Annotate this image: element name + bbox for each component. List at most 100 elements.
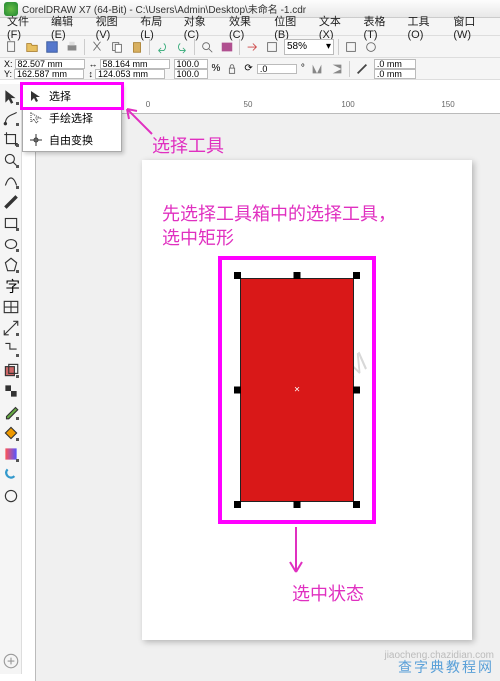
menu-table[interactable]: 表格(T) — [361, 13, 403, 41]
eyedropper-tool-icon[interactable] — [2, 403, 20, 421]
copy-icon[interactable] — [109, 39, 125, 55]
sx-input[interactable]: 100.0 — [174, 59, 208, 69]
open-icon[interactable] — [24, 39, 40, 55]
connector-tool-icon[interactable] — [2, 340, 20, 358]
x-input[interactable]: 82.507 mm — [15, 59, 85, 69]
scale-group: 100.0 100.0 — [174, 59, 208, 79]
height-icon: ↕ — [89, 69, 94, 79]
effects-tool-icon[interactable] — [2, 361, 20, 379]
outline-tool-icon[interactable] — [2, 487, 20, 505]
paste-icon[interactable] — [129, 39, 145, 55]
ow2-input[interactable]: .0 mm — [374, 69, 416, 79]
zoom-tool-icon[interactable] — [2, 151, 20, 169]
pick-tool-flyout: 选择 手绘选择 自由变换 — [22, 84, 122, 152]
menu-bar: 文件(F) 编辑(E) 视图(V) 布局(L) 对象(C) 效果(C) 位图(B… — [0, 18, 500, 36]
menu-bitmap[interactable]: 位图(B) — [271, 13, 314, 41]
free-transform-item[interactable]: 自由变换 — [23, 129, 121, 151]
resize-handle-bm[interactable] — [294, 501, 301, 508]
menu-edit[interactable]: 编辑(E) — [48, 13, 91, 41]
print-icon[interactable] — [64, 39, 80, 55]
resize-handle-tr[interactable] — [353, 272, 360, 279]
lock-ratio-icon[interactable] — [224, 61, 240, 77]
y-label: Y: — [4, 69, 12, 79]
polygon-tool-icon[interactable] — [2, 256, 20, 274]
ruler-tick: 100 — [341, 100, 354, 109]
annotation-instruction-2: 选中矩形 — [162, 224, 234, 250]
text-tool-icon[interactable]: 字 — [2, 277, 20, 295]
undo-icon[interactable] — [154, 39, 170, 55]
save-icon[interactable] — [44, 39, 60, 55]
menu-effects[interactable]: 效果(C) — [226, 13, 269, 41]
zoom-combo[interactable]: 58%▾ — [284, 39, 334, 55]
pick-tool-icon[interactable] — [2, 88, 20, 106]
outline-width-group: .0 mm .0 mm — [374, 59, 416, 79]
toolbox: 字 — [0, 84, 22, 674]
resize-handle-tl[interactable] — [234, 272, 241, 279]
cut-icon[interactable] — [89, 39, 105, 55]
mirror-v-icon[interactable] — [329, 61, 345, 77]
table-tool-icon[interactable] — [2, 298, 20, 316]
new-icon[interactable] — [4, 39, 20, 55]
resize-handle-mr[interactable] — [353, 387, 360, 394]
rotation-input[interactable]: .0 — [257, 64, 297, 74]
h-input[interactable]: 124.053 mm — [95, 69, 165, 79]
image-icon[interactable] — [219, 39, 235, 55]
interactive-fill-icon[interactable] — [2, 445, 20, 463]
dimension-tool-icon[interactable] — [2, 319, 20, 337]
annotation-state: 选中状态 — [292, 580, 364, 606]
redo-icon[interactable] — [174, 39, 190, 55]
ow1-input[interactable]: .0 mm — [374, 59, 416, 69]
transparency-tool-icon[interactable] — [2, 382, 20, 400]
export-icon[interactable] — [244, 39, 260, 55]
resize-handle-tm[interactable] — [294, 272, 301, 279]
width-icon: ↔ — [89, 59, 98, 69]
publish-icon[interactable] — [264, 39, 280, 55]
sy-input[interactable]: 100.0 — [174, 69, 208, 79]
menu-text[interactable]: 文本(X) — [316, 13, 359, 41]
freehand-tool-icon[interactable] — [2, 172, 20, 190]
fill-tool-icon[interactable] — [2, 424, 20, 442]
annotation-tool-label: 选择工具 — [152, 132, 224, 158]
snap-icon[interactable] — [343, 39, 359, 55]
menu-window[interactable]: 窗口(W) — [450, 13, 496, 41]
freehand-label: 手绘选择 — [49, 110, 93, 126]
artistic-media-icon[interactable] — [2, 193, 20, 211]
expand-toolbox-icon[interactable] — [2, 652, 20, 670]
outline-pen-icon[interactable] — [354, 61, 370, 77]
selection-bounding-box[interactable]: × — [222, 260, 372, 520]
menu-view[interactable]: 视图(V) — [93, 13, 136, 41]
arrow-cursor-icon — [29, 89, 43, 103]
menu-tools[interactable]: 工具(O) — [405, 13, 449, 41]
vertical-ruler[interactable] — [22, 114, 36, 681]
transform-icon — [29, 133, 43, 147]
degree-label: ° — [301, 63, 305, 74]
canvas-area[interactable]: 0 50 100 150 sunnyM × 选择工具 先选择工具箱中的选择工具，… — [22, 100, 500, 681]
freehand-pick-item[interactable]: 手绘选择 — [23, 107, 121, 129]
size-group: ↔58.164 mm ↕124.053 mm — [89, 59, 170, 79]
resize-handle-bl[interactable] — [234, 501, 241, 508]
ellipse-tool-icon[interactable] — [2, 235, 20, 253]
menu-layout[interactable]: 布局(L) — [137, 13, 178, 41]
rotate-icon: ⟳ — [244, 63, 252, 74]
annotation-arrow-icon — [122, 104, 162, 147]
position-group: X:82.507 mm Y:162.587 mm — [4, 59, 85, 79]
x-label: X: — [4, 59, 13, 69]
search-icon[interactable] — [199, 39, 215, 55]
smart-fill-icon[interactable] — [2, 466, 20, 484]
w-input[interactable]: 58.164 mm — [100, 59, 170, 69]
shape-tool-icon[interactable] — [2, 109, 20, 127]
resize-handle-br[interactable] — [353, 501, 360, 508]
mirror-h-icon[interactable] — [309, 61, 325, 77]
ruler-tick: 50 — [244, 100, 253, 109]
annotation-arrow-icon — [281, 522, 311, 585]
menu-object[interactable]: 对象(C) — [181, 13, 224, 41]
options-icon[interactable] — [363, 39, 379, 55]
resize-handle-ml[interactable] — [234, 387, 241, 394]
crop-tool-icon[interactable] — [2, 130, 20, 148]
rectangle-tool-icon[interactable] — [2, 214, 20, 232]
select-tool-item[interactable]: 选择 — [23, 85, 121, 107]
lasso-icon — [29, 111, 43, 125]
y-input[interactable]: 162.587 mm — [14, 69, 84, 79]
menu-file[interactable]: 文件(F) — [4, 13, 46, 41]
property-bar: X:82.507 mm Y:162.587 mm ↔58.164 mm ↕124… — [0, 58, 500, 80]
